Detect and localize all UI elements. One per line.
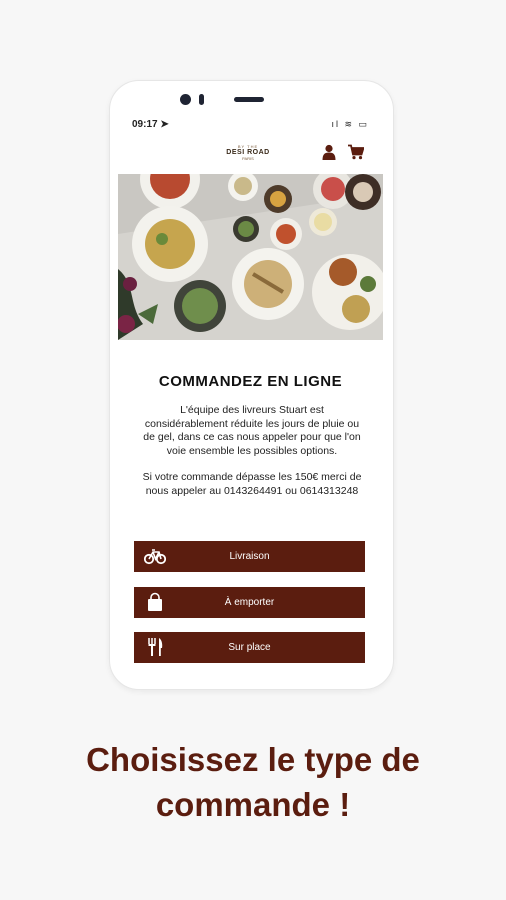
app-header: BY THE DESI ROAD PARIS bbox=[118, 136, 383, 172]
dine-in-button[interactable]: Sur place bbox=[134, 632, 365, 663]
takeaway-button-label: À emporter bbox=[224, 597, 275, 608]
bicycle-icon bbox=[144, 549, 166, 565]
logo-name: DESI ROAD bbox=[226, 149, 270, 156]
delivery-notice: L'équipe des livreurs Stuart est considé… bbox=[143, 404, 361, 457]
dine-in-button-label: Sur place bbox=[228, 642, 271, 653]
shopping-bag-icon bbox=[148, 592, 162, 611]
fork-knife-icon bbox=[148, 638, 163, 656]
takeaway-button[interactable]: À emporter bbox=[134, 587, 365, 618]
promo-caption: Choisissez le type de commande ! bbox=[0, 737, 506, 827]
cart-icon[interactable] bbox=[348, 144, 364, 160]
order-info-text: L'équipe des livreurs Stuart est considé… bbox=[138, 404, 366, 511]
user-icon[interactable] bbox=[322, 144, 336, 160]
caption-line-1: Choisissez le type de bbox=[86, 741, 420, 778]
page-title: COMMANDEZ EN LIGNE bbox=[158, 373, 343, 390]
camera-icon bbox=[180, 94, 191, 105]
status-bar: 09:17 ➤ ıl ≋ ▭ bbox=[118, 118, 383, 134]
sensor-icon bbox=[199, 94, 204, 105]
status-time: 09:17 ➤ bbox=[132, 119, 169, 130]
speaker-icon bbox=[234, 97, 264, 102]
hero-food-image bbox=[118, 174, 383, 340]
delivery-button-label: Livraison bbox=[229, 551, 270, 562]
status-icons: ıl ≋ ▭ bbox=[331, 119, 369, 129]
brand-logo[interactable]: BY THE DESI ROAD PARIS bbox=[223, 144, 273, 164]
delivery-button[interactable]: Livraison bbox=[134, 541, 365, 572]
logo-sub-text: PARIS bbox=[242, 156, 254, 161]
large-order-notice: Si votre commande dépasse les 150€ merci… bbox=[142, 471, 362, 497]
caption-line-2: commande ! bbox=[155, 786, 351, 823]
